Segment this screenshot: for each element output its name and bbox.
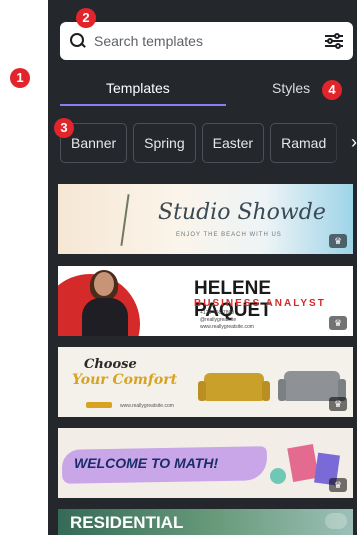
search-icon bbox=[70, 33, 86, 49]
card-subtitle: ENJOY THE BEACH WITH US bbox=[176, 232, 282, 238]
yellow-sofa-image bbox=[198, 373, 270, 401]
crown-icon bbox=[325, 513, 347, 529]
tab-bar: Templates Styles bbox=[48, 72, 357, 106]
category-chips: Banner Spring Easter Ramad › bbox=[60, 123, 357, 163]
callout-badge: 3 bbox=[54, 118, 74, 138]
card-line2: Your Comfort bbox=[72, 372, 178, 388]
chip-spring[interactable]: Spring bbox=[133, 123, 196, 163]
search-input[interactable]: Search templates bbox=[94, 33, 325, 49]
template-card-residential[interactable]: RESIDENTIAL bbox=[58, 509, 353, 535]
filter-sliders-icon[interactable] bbox=[325, 33, 343, 49]
decoration-dot bbox=[270, 468, 286, 484]
crown-icon: ♛ bbox=[329, 316, 347, 330]
search-bar[interactable]: Search templates bbox=[60, 22, 353, 60]
template-panel: Search templates Templates Styles Banner… bbox=[48, 0, 357, 535]
portrait-image bbox=[80, 270, 130, 336]
card-line1: Choose bbox=[84, 357, 137, 372]
template-card-math[interactable]: WELCOME TO MATH! ♛ bbox=[58, 428, 353, 498]
shop-button-graphic bbox=[86, 402, 112, 408]
crown-icon: ♛ bbox=[329, 234, 347, 248]
template-card-furniture[interactable]: Choose Your Comfort www.reallygreatsite.… bbox=[58, 347, 353, 417]
palm-tree-icon bbox=[120, 194, 130, 246]
card-title: WELCOME TO MATH! bbox=[74, 455, 219, 471]
tab-styles[interactable]: Styles bbox=[272, 80, 310, 96]
template-card-studio[interactable]: Studio Showde ENJOY THE BEACH WITH US ♛ bbox=[58, 184, 353, 254]
callout-badge: 4 bbox=[322, 80, 342, 100]
card-site: www.reallygreatsite.com bbox=[120, 403, 174, 409]
card-title: RESIDENTIAL bbox=[70, 513, 184, 532]
tab-templates[interactable]: Templates bbox=[106, 80, 170, 96]
contact-lines: +123-456-7890 @reallygreatsite www.reall… bbox=[200, 310, 254, 330]
chip-easter[interactable]: Easter bbox=[201, 123, 265, 163]
callout-badge: 2 bbox=[76, 8, 96, 28]
template-card-business[interactable]: HELENE PAQUET BUSINESS ANALYST +123-456-… bbox=[58, 266, 353, 336]
crown-icon: ♛ bbox=[329, 397, 347, 411]
callout-badge: 1 bbox=[10, 68, 30, 88]
chevron-right-icon[interactable]: › bbox=[327, 123, 357, 163]
card-role: BUSINESS ANALYST bbox=[194, 298, 326, 309]
active-tab-indicator bbox=[60, 104, 226, 106]
crown-icon: ♛ bbox=[329, 478, 347, 492]
card-title: Studio Showde bbox=[158, 200, 326, 225]
